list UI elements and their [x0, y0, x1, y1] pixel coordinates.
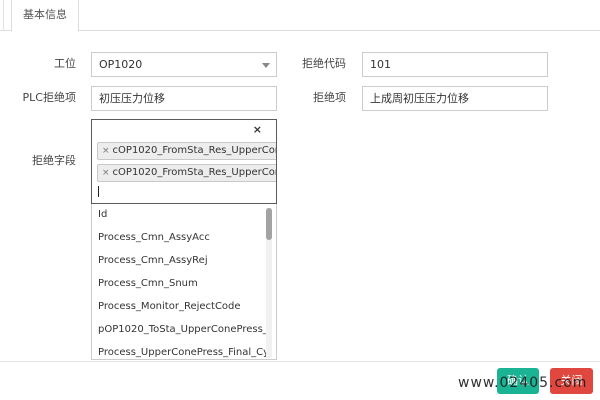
reject-item-input[interactable]: 上成周初压压力位移	[362, 86, 548, 111]
plc-reject-label: PLC拒绝项	[22, 91, 76, 104]
field-options-dropdown: Id Process_Cmn_AssyAcc Process_Cmn_AssyR…	[91, 204, 277, 360]
chip-remove-icon[interactable]: ×	[102, 168, 110, 178]
chip-label: cOP1020_FromSta_Res_UpperConePress	[112, 145, 276, 156]
selected-chip: ×cOP1020_FromSta_Res_UpperConePress	[97, 142, 276, 160]
reject-code-label: 拒绝代码	[302, 57, 346, 70]
search-caret[interactable]	[98, 186, 99, 197]
tab-bar: 基本信息	[0, 0, 600, 32]
option-item[interactable]: Process_Cmn_AssyRej	[98, 253, 266, 269]
dropdown-scrollbar[interactable]	[266, 208, 272, 358]
watermark: www.02405.com	[458, 375, 588, 391]
reject-fields-multiselect[interactable]: × ×cOP1020_FromSta_Res_UpperConePress ×c…	[91, 119, 277, 204]
station-select[interactable]: OP1020	[91, 52, 277, 77]
option-item[interactable]: pOP1020_ToSta_UpperConePress_	[98, 322, 266, 338]
option-item[interactable]: Id	[98, 207, 266, 223]
scrollbar-thumb[interactable]	[266, 208, 272, 240]
plc-reject-input[interactable]: 初压压力位移	[91, 86, 277, 111]
reject-code-input[interactable]: 101	[362, 52, 548, 77]
tab-bar-edge	[0, 0, 4, 31]
option-item[interactable]: Process_Cmn_AssyAcc	[98, 230, 266, 246]
reject-fields-label: 拒绝字段	[32, 154, 76, 167]
option-item[interactable]: Process_Cmn_Snum	[98, 276, 266, 292]
option-item[interactable]: Process_Monitor_RejectCode	[98, 299, 266, 315]
tab-basic-info[interactable]: 基本信息	[11, 0, 79, 32]
station-label: 工位	[54, 57, 76, 70]
station-select-value: OP1020	[99, 58, 143, 71]
option-item[interactable]: Process_UpperConePress_Final_Cy	[98, 345, 266, 359]
chip-label: cOP1020_FromSta_Res_UpperConePress	[112, 167, 276, 178]
selected-chip: ×cOP1020_FromSta_Res_UpperConePress	[97, 164, 276, 182]
chip-remove-icon[interactable]: ×	[102, 146, 110, 156]
reject-item-label: 拒绝项	[313, 91, 346, 104]
clear-all-icon[interactable]: ×	[253, 124, 262, 135]
chevron-down-icon	[262, 63, 270, 68]
